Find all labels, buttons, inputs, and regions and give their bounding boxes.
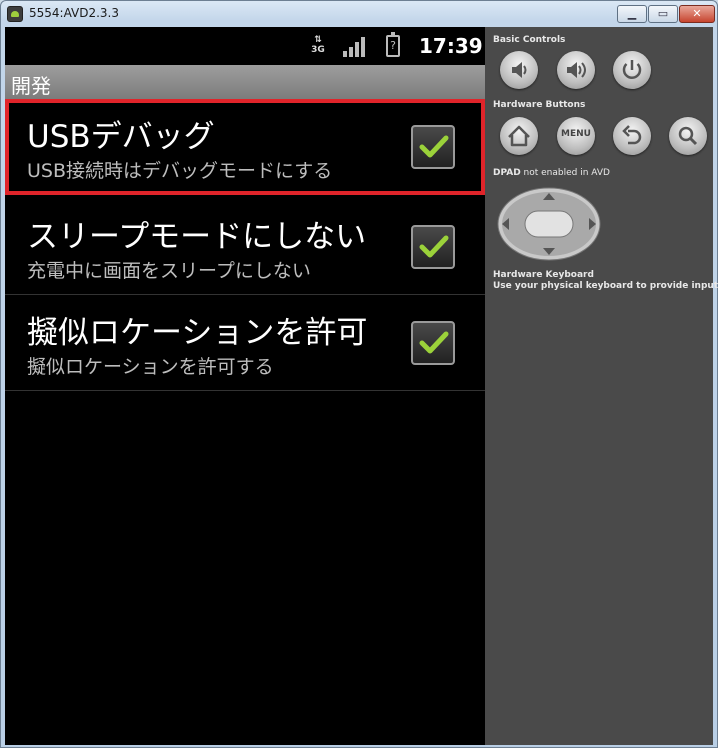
checkmark-icon bbox=[419, 235, 449, 258]
pref-checkbox[interactable] bbox=[411, 225, 455, 269]
pref-usb-debugging[interactable]: USBデバッグ USB接続時はデバッグモードにする bbox=[5, 99, 485, 195]
volume-down-icon bbox=[512, 62, 527, 78]
search-icon bbox=[678, 126, 698, 146]
android-app-icon bbox=[7, 6, 23, 22]
controls-panel: Basic Controls Hardware Buttons MENU DPA… bbox=[485, 27, 718, 745]
close-button[interactable]: ✕ bbox=[679, 5, 715, 23]
pref-summary: 擬似ロケーションを許可する bbox=[27, 356, 274, 378]
pref-title: 擬似ロケーションを許可 bbox=[27, 315, 368, 351]
home-button[interactable] bbox=[500, 117, 538, 155]
window-titlebar[interactable]: 5554:AVD2.3.3 ▁ ▭ ✕ bbox=[1, 1, 717, 27]
close-icon: ✕ bbox=[692, 7, 702, 20]
pref-summary: USB接続時はデバッグモードにする bbox=[27, 160, 333, 182]
volume-down-button[interactable] bbox=[500, 51, 538, 89]
dpad-label: DPAD not enabled in AVD bbox=[493, 168, 610, 178]
minimize-icon: ▁ bbox=[627, 7, 637, 20]
checkmark-icon bbox=[419, 331, 449, 354]
power-icon bbox=[622, 60, 642, 79]
status-bar: ⇅ 3G ? 17:39 bbox=[5, 27, 485, 65]
window-title: 5554:AVD2.3.3 bbox=[29, 6, 120, 20]
menu-button[interactable]: MENU bbox=[557, 117, 595, 155]
screen-title-bar: 開発 bbox=[5, 65, 485, 99]
dpad-control[interactable] bbox=[497, 187, 601, 261]
maximize-icon: ▭ bbox=[657, 7, 669, 20]
hardware-buttons-label: Hardware Buttons bbox=[493, 100, 586, 110]
pref-mock-locations[interactable]: 擬似ロケーションを許可 擬似ロケーションを許可する bbox=[5, 295, 485, 391]
maximize-button[interactable]: ▭ bbox=[648, 5, 678, 23]
power-button[interactable] bbox=[613, 51, 651, 89]
hardware-keyboard-hint: Use your physical keyboard to provide in… bbox=[493, 281, 718, 291]
home-icon bbox=[508, 125, 530, 147]
signal-strength-icon bbox=[343, 37, 365, 57]
hardware-keyboard-label: Hardware Keyboard bbox=[493, 270, 594, 280]
minimize-button[interactable]: ▁ bbox=[617, 5, 647, 23]
volume-up-icon bbox=[567, 62, 586, 78]
back-icon bbox=[622, 125, 642, 145]
pref-title: スリープモードにしない bbox=[27, 219, 367, 255]
pref-summary: 充電中に画面をスリープにしない bbox=[27, 260, 311, 282]
pref-checkbox[interactable] bbox=[411, 125, 455, 169]
emulator-client: ⇅ 3G ? 17:39 開発 USBデバッグ USB接続時はデバッグモードにする… bbox=[5, 27, 718, 745]
basic-controls-label: Basic Controls bbox=[493, 35, 566, 45]
volume-up-button[interactable] bbox=[557, 51, 595, 89]
battery-unknown-icon: ? bbox=[386, 32, 400, 57]
menu-label: MENU bbox=[561, 129, 591, 139]
network-3g-icon: ⇅ 3G bbox=[311, 35, 325, 55]
pref-stay-awake[interactable]: スリープモードにしない 充電中に画面をスリープにしない bbox=[5, 199, 485, 295]
android-screen[interactable]: ⇅ 3G ? 17:39 開発 USBデバッグ USB接続時はデバッグモードにする… bbox=[5, 27, 485, 745]
checkmark-icon bbox=[419, 135, 449, 158]
pref-title: USBデバッグ bbox=[27, 119, 215, 155]
back-button[interactable] bbox=[613, 117, 651, 155]
search-button[interactable] bbox=[669, 117, 707, 155]
screen-title: 開発 bbox=[11, 74, 51, 98]
pref-checkbox[interactable] bbox=[411, 321, 455, 365]
emulator-window: 5554:AVD2.3.3 ▁ ▭ ✕ ⇅ 3G ? 17:39 開発 USBデバ… bbox=[0, 0, 718, 748]
status-time: 17:39 bbox=[419, 34, 483, 58]
